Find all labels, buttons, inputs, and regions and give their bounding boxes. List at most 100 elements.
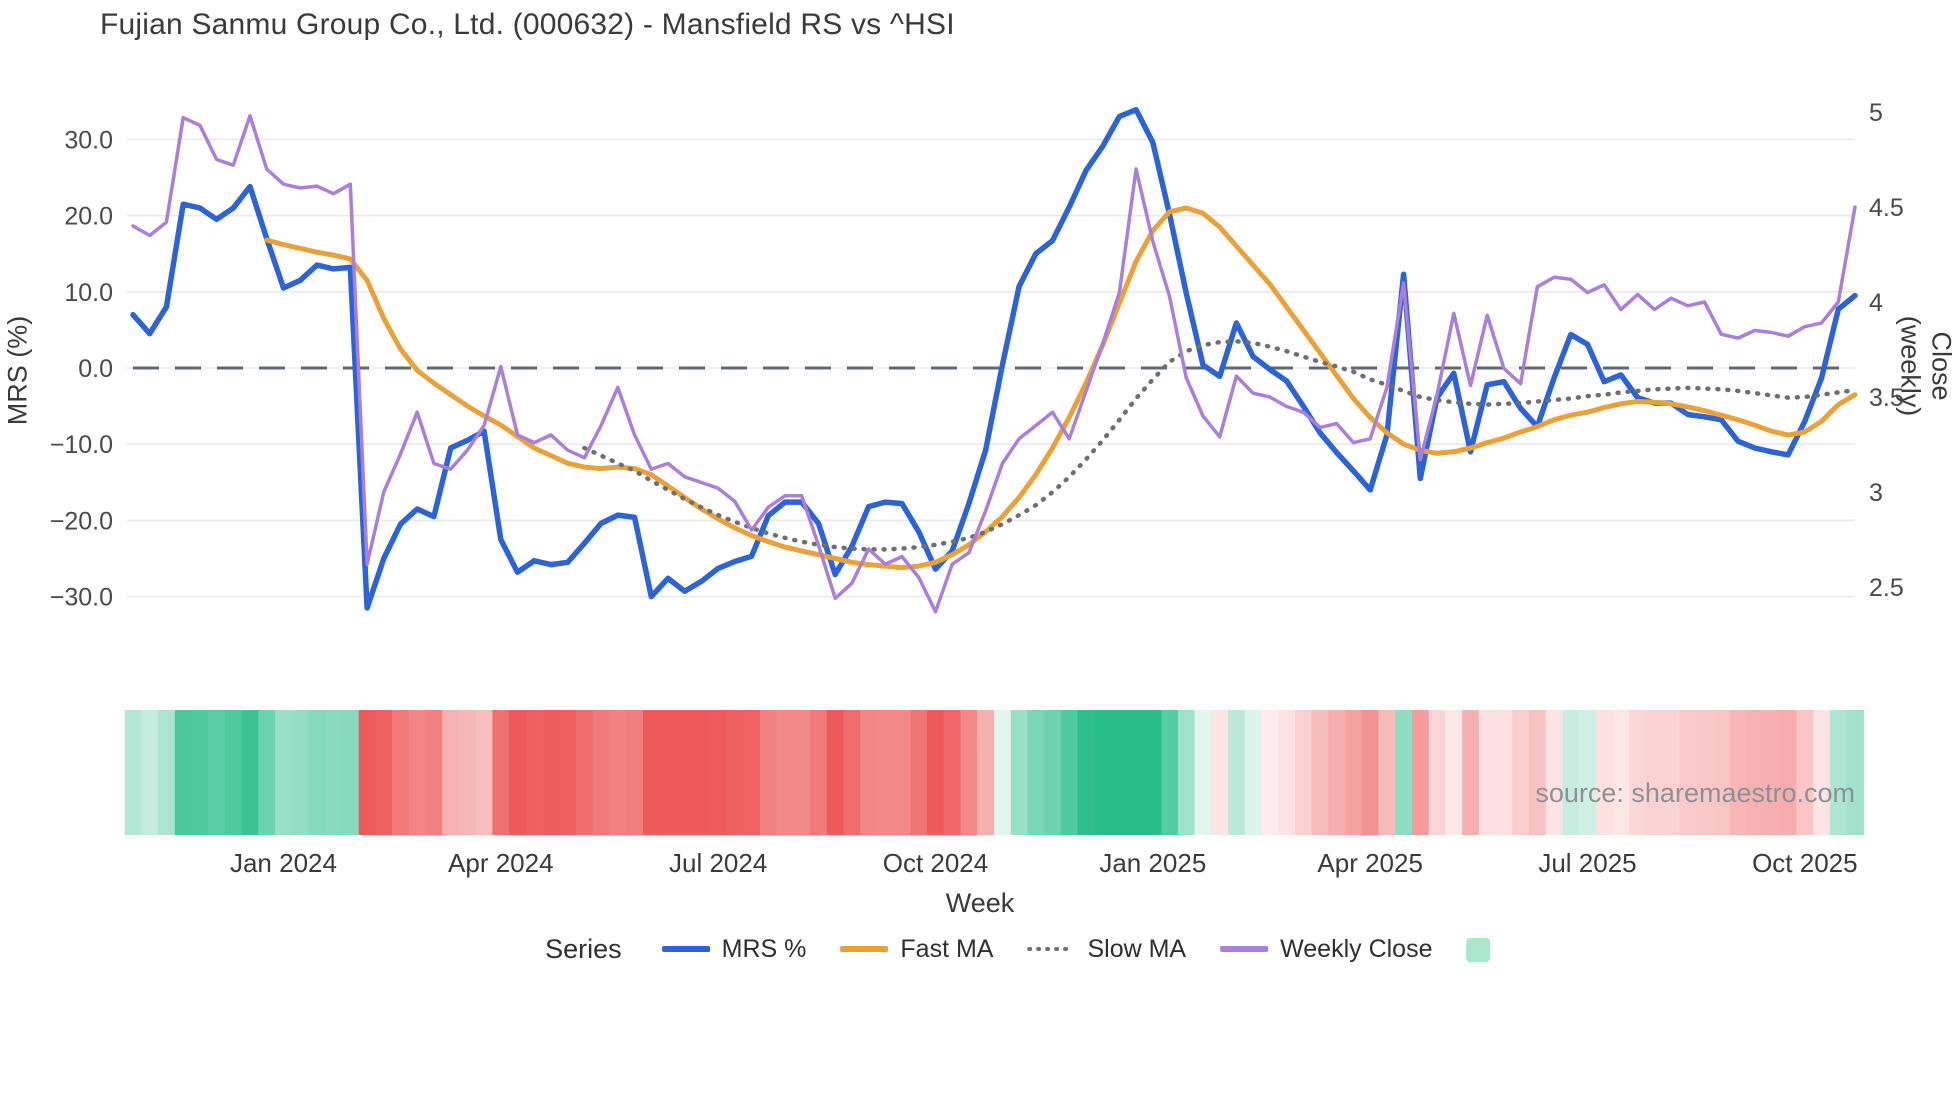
heatmap-week-cell[interactable] [927,710,945,835]
heatmap-week-cell[interactable] [559,710,577,835]
heatmap-week-cell[interactable] [308,710,326,835]
heatmap-week-cell[interactable] [358,710,377,835]
heatmap-week-cell[interactable] [1779,710,1798,835]
heatmap-week-cell[interactable] [1562,710,1580,835]
heatmap-week-cell[interactable] [141,710,159,835]
heatmap-week-cell[interactable] [459,710,477,835]
heatmap-week-cell[interactable] [1228,710,1246,835]
heatmap-week-cell[interactable] [609,710,627,835]
heatmap-week-cell[interactable] [776,710,794,835]
heatmap-week-cell[interactable] [826,710,845,835]
heatmap-swatch-icon[interactable] [1466,937,1491,962]
heatmap-week-cell[interactable] [1478,710,1497,835]
heatmap-week-cell[interactable] [1612,710,1630,835]
heatmap-week-cell[interactable] [1027,710,1045,835]
heatmap-week-cell[interactable] [1077,710,1095,835]
heatmap-week-cell[interactable] [191,710,209,835]
heatmap-week-cell[interactable] [1395,710,1413,835]
heatmap-week-cell[interactable] [275,710,293,835]
heatmap-week-cell[interactable] [208,710,226,835]
heatmap-week-cell[interactable] [943,710,962,835]
heatmap-week-cell[interactable] [1044,710,1062,835]
heatmap-week-cell[interactable] [1595,710,1614,835]
heatmap-week-cell[interactable] [1746,710,1764,835]
heatmap-week-cell[interactable] [525,710,544,835]
heatmap-week-cell[interactable] [542,710,560,835]
heatmap-week-cell[interactable] [1261,710,1279,835]
heatmap-week-cell[interactable] [642,710,661,835]
heatmap-week-cell[interactable] [693,710,711,835]
heatmap-week-cell[interactable] [910,710,928,835]
heatmap-week-cell[interactable] [241,710,259,835]
heatmap-week-cell[interactable] [1646,710,1664,835]
heatmap-week-cell[interactable] [709,710,728,835]
heatmap-week-cell[interactable] [793,710,811,835]
heatmap-week-cell[interactable] [1161,710,1179,835]
heatmap-week-cell[interactable] [509,710,527,835]
legend-item-fast-ma[interactable]: Fast MA [839,935,993,964]
heatmap-week-cell[interactable] [994,710,1012,835]
heatmap-week-cell[interactable] [1111,710,1129,835]
heatmap-week-cell[interactable] [1328,710,1346,835]
heatmap-week-cell[interactable] [1679,710,1697,835]
heatmap-week-cell[interactable] [1411,710,1430,835]
heatmap-week-cell[interactable] [1378,710,1396,835]
heatmap-week-cell[interactable] [1278,710,1296,835]
heatmap-week-cell[interactable] [1211,710,1229,835]
heatmap-week-cell[interactable] [592,710,611,835]
heatmap-week-cell[interactable] [1712,710,1731,835]
heatmap-week-cell[interactable] [977,710,995,835]
series-line-mrs-[interactable] [130,106,1858,611]
heatmap-week-cell[interactable] [1010,710,1029,835]
heatmap-week-cell[interactable] [158,710,176,835]
heatmap-week-cell[interactable] [224,710,243,835]
heatmap-week-cell[interactable] [124,710,142,835]
heatmap-week-cell[interactable] [408,710,427,835]
heatmap-week-cell[interactable] [392,710,410,835]
heatmap-week-cell[interactable] [1445,710,1463,835]
heatmap-week-cell[interactable] [341,710,360,835]
heatmap-week-cell[interactable] [1060,710,1079,835]
heatmap-week-cell[interactable] [1495,710,1513,835]
heatmap-week-cell[interactable] [492,710,510,835]
heatmap-week-cell[interactable] [1545,710,1564,835]
heatmap-week-cell[interactable] [726,710,744,835]
heatmap-week-cell[interactable] [759,710,778,835]
heatmap-week-cell[interactable] [1813,710,1831,835]
heatmap-week-cell[interactable] [1512,710,1530,835]
heatmap-week-cell[interactable] [375,710,393,835]
heatmap-week-cell[interactable] [475,710,494,835]
heatmap-week-cell[interactable] [1696,710,1714,835]
heatmap-week-cell[interactable] [1127,710,1146,835]
heatmap-week-cell[interactable] [1729,710,1747,835]
heatmap-week-cell[interactable] [676,710,694,835]
heatmap-week-cell[interactable] [659,710,677,835]
heatmap-week-cell[interactable] [860,710,878,835]
heatmap-week-cell[interactable] [1361,710,1380,835]
heatmap-week-cell[interactable] [1662,710,1681,835]
heatmap-week-cell[interactable] [1763,710,1781,835]
heatmap-week-cell[interactable] [1311,710,1329,835]
heatmap-week-cell[interactable] [1345,710,1363,835]
heatmap-week-cell[interactable] [258,710,276,835]
legend-item-slow-ma[interactable]: Slow MA [1027,935,1186,964]
legend-item-mrs[interactable]: MRS % [660,935,806,964]
heatmap-week-cell[interactable] [1579,710,1597,835]
heatmap-week-cell[interactable] [1294,710,1313,835]
heatmap-week-cell[interactable] [1796,710,1814,835]
heatmap-week-cell[interactable] [810,710,828,835]
heatmap-week-cell[interactable] [291,710,310,835]
heatmap-week-cell[interactable] [1244,710,1263,835]
heatmap-week-cell[interactable] [1094,710,1112,835]
heatmap-week-cell[interactable] [893,710,912,835]
heatmap-week-cell[interactable] [876,710,895,835]
heatmap-week-cell[interactable] [843,710,861,835]
heatmap-week-cell[interactable] [1194,710,1212,835]
heatmap-week-cell[interactable] [1528,710,1547,835]
heatmap-week-cell[interactable] [1177,710,1196,835]
heatmap-week-cell[interactable] [1462,710,1480,835]
heatmap-week-cell[interactable] [960,710,978,835]
heatmap-week-cell[interactable] [626,710,644,835]
legend-item-weekly-close[interactable]: Weekly Close [1219,935,1432,964]
heatmap-week-cell[interactable] [442,710,460,835]
